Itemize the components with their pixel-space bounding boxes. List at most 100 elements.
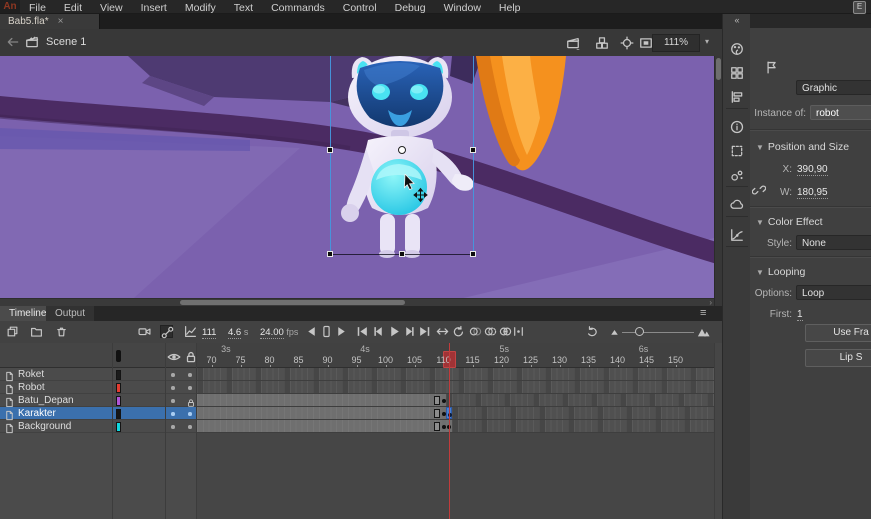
transform-icon[interactable] <box>730 144 744 158</box>
app-logo[interactable]: An <box>0 0 20 13</box>
span-end-marker[interactable] <box>434 409 440 418</box>
timeline-zoom-slider-knob[interactable] <box>635 327 644 336</box>
layer-lock-dot[interactable] <box>188 412 192 416</box>
first-frame-value[interactable]: 1 <box>797 309 803 321</box>
span-end-marker[interactable] <box>434 396 440 405</box>
workspace-button[interactable]: E <box>853 1 866 14</box>
layer-outline-color-swatch[interactable] <box>116 396 121 406</box>
play-icon[interactable] <box>388 325 401 338</box>
layer-outline-color-swatch[interactable] <box>116 383 121 393</box>
lip-syncing-button[interactable]: Lip S <box>805 349 871 367</box>
frame-rate-value[interactable]: 24.00 fps <box>260 327 298 338</box>
step-back-icon[interactable] <box>305 325 318 338</box>
layer-row-karakter[interactable]: Karakter <box>0 407 197 420</box>
stage-zoom-select[interactable]: 111% <box>652 34 700 52</box>
edit-symbols-icon[interactable] <box>595 36 609 50</box>
delete-icon[interactable] <box>55 325 68 338</box>
layer-row-robot[interactable]: Robot <box>0 381 197 394</box>
chevron-down-icon[interactable]: ▾ <box>700 34 714 50</box>
section-color-effect[interactable]: ▼Color Effect <box>756 216 823 228</box>
menu-file[interactable]: File <box>20 2 55 14</box>
layer-row-background[interactable]: Background <box>0 420 197 433</box>
creative-cloud-icon[interactable] <box>730 198 744 212</box>
go-last-icon[interactable] <box>418 325 431 338</box>
modify-markers-icon[interactable] <box>512 325 525 338</box>
layer-visibility-dot[interactable] <box>171 425 175 429</box>
swatches-icon[interactable] <box>730 66 744 80</box>
x-value[interactable]: 390,90 <box>797 164 828 176</box>
new-layer-icon[interactable] <box>6 325 19 338</box>
menu-modify[interactable]: Modify <box>176 2 225 14</box>
instance-name-field[interactable]: robot <box>810 105 871 120</box>
selection-handle[interactable] <box>327 147 333 153</box>
menu-view[interactable]: View <box>91 2 132 14</box>
panel-menu-icon[interactable]: ≡ <box>700 306 706 321</box>
frame-row-karakter[interactable] <box>197 407 714 420</box>
transform-point[interactable] <box>398 146 406 154</box>
layer-visibility-dot[interactable] <box>171 386 175 390</box>
menu-window[interactable]: Window <box>435 2 490 14</box>
section-looping[interactable]: ▼Looping <box>756 266 805 278</box>
layer-outline-color-swatch[interactable] <box>116 370 121 380</box>
keyframe-dot[interactable] <box>442 425 446 429</box>
parenting-view-icon[interactable] <box>160 325 173 338</box>
selection-handle[interactable] <box>327 251 333 257</box>
zoom-frames-small-icon[interactable] <box>608 325 621 338</box>
menu-text[interactable]: Text <box>225 2 262 14</box>
selection-handle[interactable] <box>399 251 405 257</box>
frames-grid[interactable] <box>197 343 714 519</box>
motion-editor-icon[interactable] <box>730 228 744 242</box>
graph-icon[interactable] <box>184 325 197 338</box>
reset-timeline-zoom-icon[interactable] <box>586 325 599 338</box>
tab-output[interactable]: Output <box>46 306 94 321</box>
elapsed-time-value[interactable]: 4.6 s <box>228 327 248 338</box>
timeline-zoom-slider[interactable] <box>622 332 694 333</box>
keyframe-dot[interactable] <box>442 412 446 416</box>
edit-scene-icon[interactable] <box>566 36 580 50</box>
eye-icon[interactable] <box>167 350 178 361</box>
layer-row-roket[interactable]: Roket <box>0 368 197 381</box>
selection-left-edge[interactable] <box>330 56 331 255</box>
menu-commands[interactable]: Commands <box>262 2 334 14</box>
zoom-frames-large-icon[interactable] <box>697 325 710 338</box>
stage-canvas[interactable] <box>0 56 714 306</box>
selection-handle[interactable] <box>470 251 476 257</box>
layer-row-batu_depan[interactable]: Batu_Depan <box>0 394 197 407</box>
scrollbar-thumb[interactable] <box>180 300 405 305</box>
selection-right-edge[interactable] <box>473 56 474 255</box>
playhead-line[interactable] <box>449 343 451 519</box>
menu-debug[interactable]: Debug <box>386 2 435 14</box>
keyframe-dot[interactable] <box>442 399 446 403</box>
frame-indicator-icon[interactable] <box>320 325 333 338</box>
center-stage-icon[interactable] <box>620 36 634 50</box>
menu-insert[interactable]: Insert <box>132 2 176 14</box>
frame-row-roket[interactable] <box>197 368 714 381</box>
back-arrow-icon[interactable] <box>6 35 21 50</box>
align-icon[interactable] <box>730 90 744 104</box>
color-icon[interactable] <box>730 42 744 56</box>
layer-outline-color-swatch[interactable] <box>116 422 121 432</box>
style-select[interactable]: None <box>796 235 871 250</box>
menu-control[interactable]: Control <box>334 2 386 14</box>
layer-lock-dot[interactable] <box>188 386 192 390</box>
go-first-icon[interactable] <box>356 325 369 338</box>
selection-handle[interactable] <box>470 147 476 153</box>
current-frame-value[interactable]: 111 <box>202 327 216 338</box>
edit-multiple-frames-icon[interactable] <box>499 325 512 338</box>
span-end-marker[interactable] <box>434 422 440 431</box>
lock-icon[interactable] <box>186 395 196 405</box>
step-forward-icon[interactable] <box>335 325 348 338</box>
w-value[interactable]: 180,95 <box>797 187 828 199</box>
frame-row-robot[interactable] <box>197 381 714 394</box>
use-frame-picker-button[interactable]: Use Fra <box>805 324 871 342</box>
loop-icon[interactable] <box>452 325 465 338</box>
onion-skin-outlines-icon[interactable] <box>484 325 497 338</box>
loop-options-select[interactable]: Loop <box>796 285 871 300</box>
layer-visibility-dot[interactable] <box>171 412 175 416</box>
document-tab[interactable]: Bab5.fla* × <box>0 14 100 29</box>
info-icon[interactable] <box>730 120 744 134</box>
step-back-frame-icon[interactable] <box>372 325 385 338</box>
camera-icon[interactable] <box>138 325 151 338</box>
step-forward-frame-icon[interactable] <box>403 325 416 338</box>
layer-outline-color-swatch[interactable] <box>116 409 121 419</box>
